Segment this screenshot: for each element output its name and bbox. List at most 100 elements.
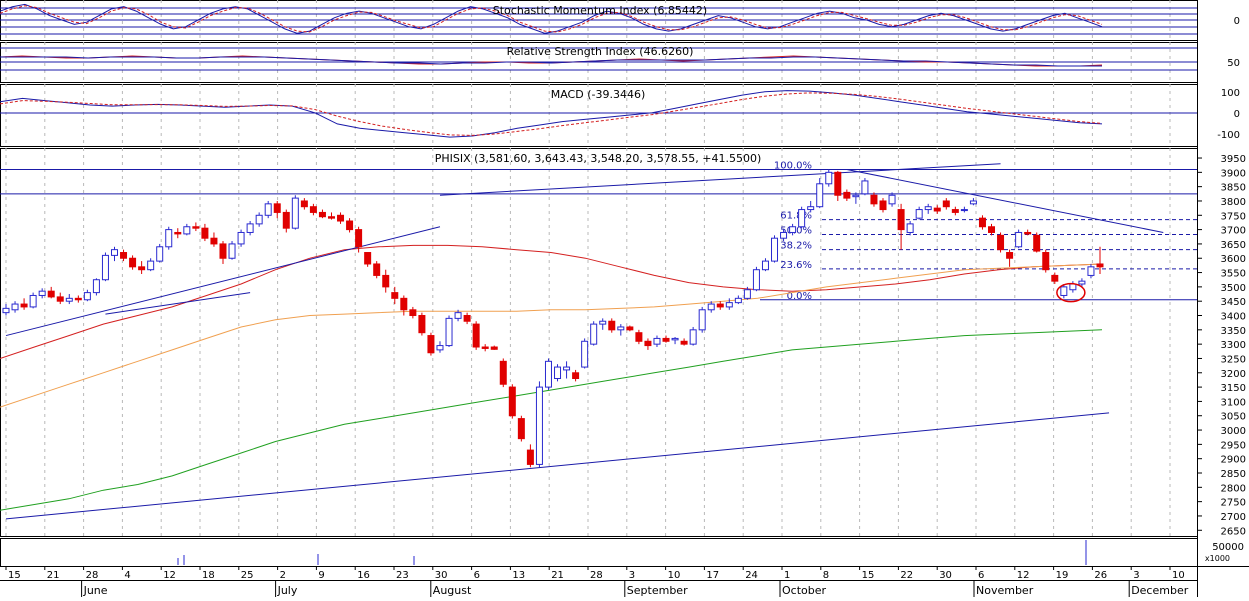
candle-up [825, 171, 833, 185]
x-tick-label: 2 [280, 570, 286, 581]
y-tick-label: 2900 [1221, 455, 1246, 466]
candle-down [499, 360, 507, 385]
candle-up [653, 337, 661, 345]
candle-down [526, 449, 534, 465]
stochastic-scale-label: 0 [1234, 16, 1240, 27]
y-tick-label: 2700 [1221, 512, 1246, 523]
candle-down [988, 226, 996, 233]
candle-up [698, 309, 706, 331]
candle-down [508, 386, 516, 417]
fib-level-label: 23.6% [780, 260, 812, 271]
candle-down [644, 340, 652, 347]
month-label: September [627, 584, 688, 597]
x-tick-label: 13 [512, 570, 525, 581]
y-tick-label: 3750 [1221, 211, 1246, 222]
candle-up [590, 323, 598, 345]
candle-down [210, 237, 218, 245]
x-tick-label: 19 [1056, 570, 1069, 581]
candle-down [300, 200, 308, 208]
candle-down [517, 418, 525, 440]
candle-up [852, 194, 860, 198]
candle-down [933, 207, 941, 212]
y-tick-label: 3050 [1221, 412, 1246, 423]
candle-down [879, 200, 887, 211]
candle-up [2, 307, 10, 314]
candle-up [11, 303, 19, 311]
candle-up [255, 214, 263, 225]
candle-down [346, 220, 354, 231]
candle-down [463, 315, 471, 322]
rsi-scale-label: 50 [1227, 58, 1240, 69]
candle-down [662, 337, 670, 342]
candle-down [572, 372, 580, 380]
candle-up [617, 326, 625, 331]
candle-down [138, 266, 146, 271]
x-tick-label: 30 [435, 570, 448, 581]
candle-up [65, 297, 73, 302]
candle-down [201, 227, 209, 239]
candle-up [906, 223, 914, 233]
candle-up [1087, 266, 1095, 276]
candle-down [1006, 252, 1014, 259]
candle-up [725, 302, 733, 308]
candle-up [83, 292, 91, 301]
candle-up [156, 246, 164, 262]
candle-up [101, 254, 109, 281]
candle-up [29, 294, 37, 308]
month-label: October [782, 584, 826, 597]
x-tick-label: 15 [8, 570, 21, 581]
x-tick-label: 30 [939, 570, 952, 581]
x-tick-label: 12 [163, 570, 176, 581]
candle-down [364, 252, 372, 265]
candle-up [798, 209, 806, 228]
month-label: December [1131, 584, 1189, 597]
candle-down [481, 346, 489, 349]
candle-up [1060, 286, 1068, 296]
x-tick-label: 26 [1094, 570, 1107, 581]
candle-up [264, 203, 272, 216]
candle-down [897, 209, 905, 231]
candle-down [1024, 231, 1032, 235]
candle-up [237, 231, 245, 245]
main-chart-title: PHISIX (3,581.60, 3,643.43, 3,548.20, 3,… [435, 152, 762, 165]
x-tick-label: 25 [241, 570, 254, 581]
x-tick-label: 12 [1017, 570, 1030, 581]
y-tick-label: 3900 [1221, 168, 1246, 179]
candle-up [807, 206, 815, 211]
candle-down [490, 346, 498, 350]
candle-down [20, 303, 28, 308]
candle-down [1033, 234, 1041, 252]
x-tick-label: 15 [862, 570, 875, 581]
candle-down [355, 229, 363, 248]
macd-scale-label-mid: 0 [1234, 109, 1240, 120]
y-tick-label: 3200 [1221, 369, 1246, 380]
x-tick-label: 18 [202, 570, 215, 581]
x-tick-label: 9 [318, 570, 324, 581]
candle-up [671, 337, 679, 341]
y-tick-label: 3000 [1221, 426, 1246, 437]
candle-up [707, 303, 715, 311]
y-tick-label: 3300 [1221, 340, 1246, 351]
candle-up [563, 366, 571, 371]
x-tick-label: 17 [706, 570, 719, 581]
candle-up [861, 180, 869, 195]
candle-up [581, 340, 589, 368]
stochastic-panel-title: Stochastic Momentum Index (6.85442) [493, 4, 707, 17]
x-tick-label: 10 [668, 570, 681, 581]
candle-down [942, 200, 950, 208]
x-tick-label: 28 [86, 570, 99, 581]
candle-down [978, 217, 986, 228]
x-tick-label: 4 [124, 570, 130, 581]
y-tick-label: 3800 [1221, 197, 1246, 208]
candle-up [454, 312, 462, 319]
y-tick-label: 3500 [1221, 283, 1246, 294]
candle-down [1096, 263, 1104, 268]
y-tick-label: 3350 [1221, 326, 1246, 337]
candle-down [626, 326, 634, 331]
candle-down [327, 216, 335, 219]
candle-down [129, 257, 137, 268]
candle-up [734, 297, 742, 304]
rsi-panel-title: Relative Strength Index (46.6260) [507, 45, 694, 58]
x-tick-label: 6 [978, 570, 984, 581]
candle-down [219, 243, 227, 259]
